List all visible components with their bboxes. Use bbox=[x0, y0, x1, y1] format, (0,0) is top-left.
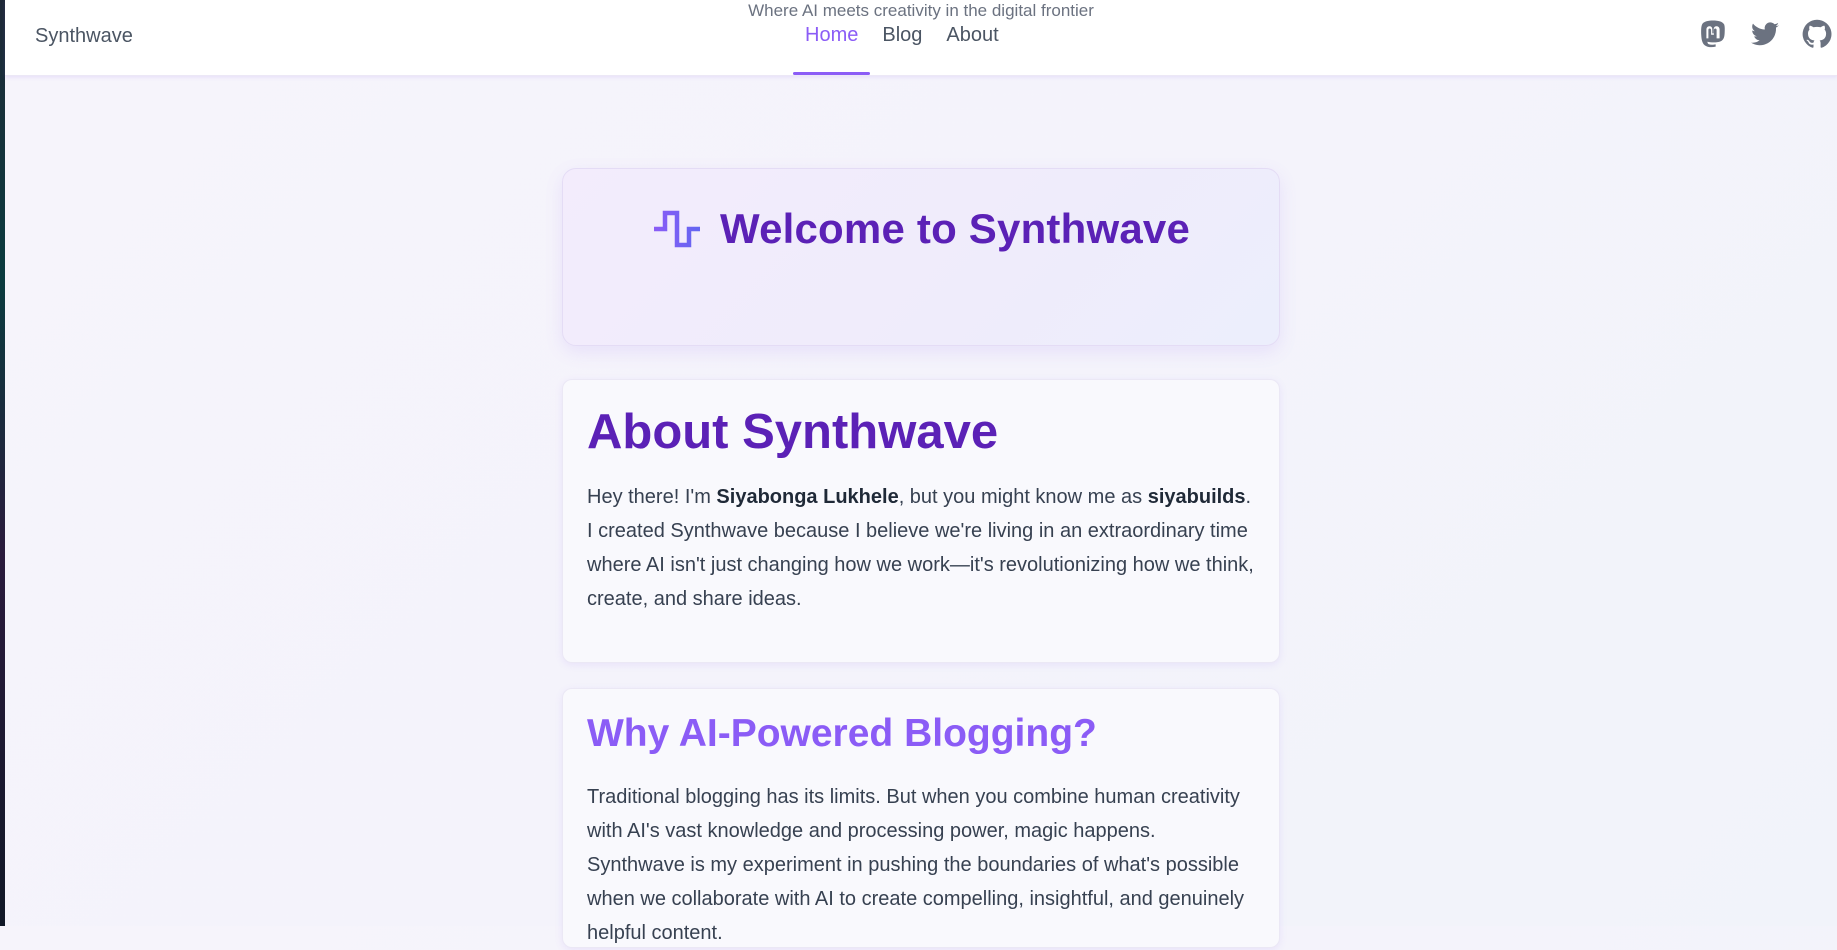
brand-logo-text[interactable]: Synthwave bbox=[35, 25, 133, 48]
about-heading: About Synthwave bbox=[587, 405, 999, 459]
social-links bbox=[1697, 18, 1833, 50]
about-intro-1: Hey there! I'm bbox=[587, 485, 717, 508]
why-card: Why AI-Powered Blogging? Traditional blo… bbox=[562, 688, 1280, 948]
twitter-icon[interactable] bbox=[1749, 18, 1781, 50]
hero-subtitle: Where AI meets creativity in the digital… bbox=[748, 1, 1094, 20]
background-edge-strip bbox=[0, 0, 5, 926]
why-paragraph: Traditional blogging has its limits. But… bbox=[587, 785, 1245, 944]
author-name: Siyabonga Lukhele bbox=[716, 485, 899, 508]
pulse-wave-icon bbox=[652, 209, 702, 249]
author-handle: siyabuilds bbox=[1147, 485, 1246, 508]
hero-banner: Welcome to Synthwave Where AI meets crea… bbox=[562, 1, 1280, 346]
mastodon-icon[interactable] bbox=[1697, 18, 1729, 50]
github-icon[interactable] bbox=[1801, 18, 1833, 50]
hero-title-row: Welcome to Synthwave bbox=[563, 205, 1279, 253]
hero-title: Welcome to Synthwave bbox=[719, 205, 1191, 252]
about-intro-2: , but you might know me as bbox=[898, 485, 1148, 508]
about-card: About Synthwave Hey there! I'm Siyabonga… bbox=[562, 379, 1280, 663]
why-heading: Why AI-Powered Blogging? bbox=[587, 712, 1097, 755]
about-paragraph: Hey there! I'm Siyabonga Lukhele, but yo… bbox=[587, 480, 1255, 616]
